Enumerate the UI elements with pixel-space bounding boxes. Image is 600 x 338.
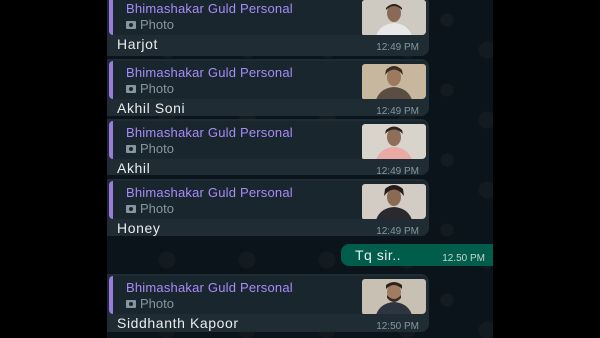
message-text: Tq sir.. xyxy=(355,247,402,263)
media-type-label: Photo xyxy=(140,141,174,156)
message-bubble[interactable]: Bhimashakar Guld Personal Photo Akhil 12… xyxy=(107,119,429,177)
media-type-label: Photo xyxy=(140,81,174,96)
chat-panel[interactable]: Bhimashakar Guld Personal Photo Harjot 1… xyxy=(107,0,493,338)
message-time: 12:49 PM xyxy=(376,166,419,177)
media-type-label: Photo xyxy=(140,201,174,216)
photo-thumbnail[interactable] xyxy=(362,64,426,99)
message-bubble[interactable]: Bhimashakar Guld Personal Photo Siddhant… xyxy=(107,274,429,332)
quoted-photo-reply[interactable]: Bhimashakar Guld Personal Photo xyxy=(109,276,426,314)
video-frame: Bhimashakar Guld Personal Photo Harjot 1… xyxy=(0,0,600,338)
message-bubble[interactable]: Bhimashakar Guld Personal Photo Honey 12… xyxy=(107,179,429,237)
quoted-sender-name: Bhimashakar Guld Personal xyxy=(126,185,293,200)
quoted-sender-name: Bhimashakar Guld Personal xyxy=(126,125,293,140)
photo-thumbnail[interactable] xyxy=(362,0,426,35)
quoted-media-type: Photo xyxy=(126,17,174,32)
message-time: 12.50 PM xyxy=(442,253,485,264)
quote-accent-bar xyxy=(109,181,113,219)
quoted-media-type: Photo xyxy=(126,81,174,96)
quoted-photo-reply[interactable]: Bhimashakar Guld Personal Photo xyxy=(109,0,426,35)
message-text: Siddhanth Kapoor xyxy=(117,315,239,331)
message-bubble[interactable]: Bhimashakar Guld Personal Photo Akhil So… xyxy=(107,59,429,117)
message-text: Akhil xyxy=(117,160,151,176)
quoted-sender-name: Bhimashakar Guld Personal xyxy=(126,280,293,295)
message-time: 12:49 PM xyxy=(376,42,419,53)
quoted-sender-name: Bhimashakar Guld Personal xyxy=(126,65,293,80)
message-text: Harjot xyxy=(117,36,158,52)
quote-accent-bar xyxy=(109,61,113,99)
quoted-photo-reply[interactable]: Bhimashakar Guld Personal Photo xyxy=(109,121,426,159)
outgoing-message-bubble[interactable]: Tq sir.. 12.50 PM xyxy=(341,244,493,266)
quoted-media-type: Photo xyxy=(126,296,174,311)
photo-thumbnail[interactable] xyxy=(362,279,426,314)
photo-thumbnail[interactable] xyxy=(362,184,426,219)
message-time: 12:49 PM xyxy=(376,106,419,117)
photo-icon xyxy=(126,20,136,29)
message-time: 12:50 PM xyxy=(376,321,419,332)
quoted-media-type: Photo xyxy=(126,141,174,156)
media-type-label: Photo xyxy=(140,296,174,311)
photo-icon xyxy=(126,144,136,153)
quoted-photo-reply[interactable]: Bhimashakar Guld Personal Photo xyxy=(109,181,426,219)
quote-accent-bar xyxy=(109,276,113,314)
quoted-sender-name: Bhimashakar Guld Personal xyxy=(126,1,293,16)
quoted-photo-reply[interactable]: Bhimashakar Guld Personal Photo xyxy=(109,61,426,99)
message-bubble[interactable]: Bhimashakar Guld Personal Photo Harjot 1… xyxy=(107,0,429,56)
message-text: Akhil Soni xyxy=(117,100,186,116)
media-type-label: Photo xyxy=(140,17,174,32)
message-time: 12:49 PM xyxy=(376,226,419,237)
message-text: Honey xyxy=(117,220,161,236)
quote-accent-bar xyxy=(109,0,113,35)
photo-icon xyxy=(126,84,136,93)
photo-icon xyxy=(126,204,136,213)
photo-thumbnail[interactable] xyxy=(362,124,426,159)
photo-icon xyxy=(126,299,136,308)
quoted-media-type: Photo xyxy=(126,201,174,216)
quote-accent-bar xyxy=(109,121,113,159)
